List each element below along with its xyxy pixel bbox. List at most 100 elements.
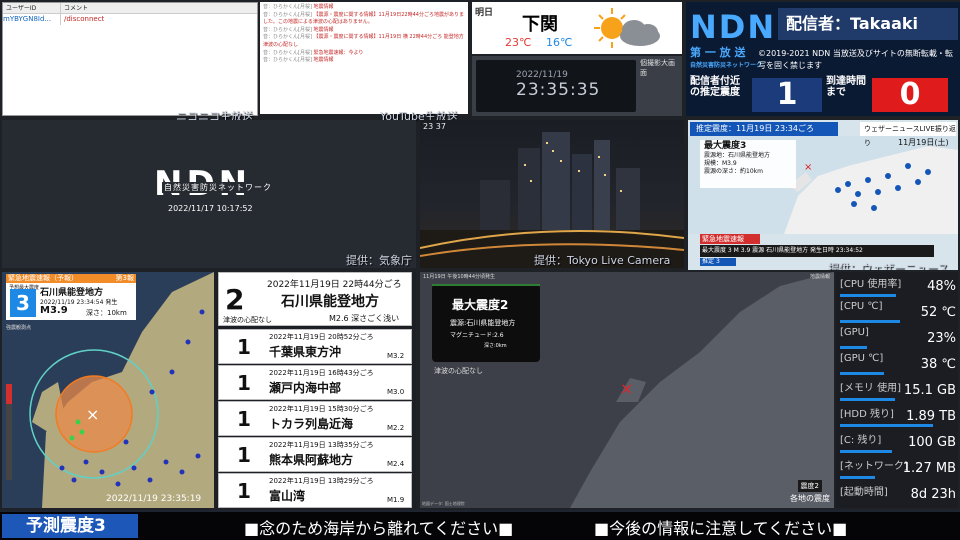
estimated-intensity-value: 1	[752, 78, 822, 112]
latest-magnitude: M2.6 深さごく浅い	[329, 314, 400, 323]
depth-line: 震源の深さ：約10km	[704, 168, 763, 175]
observation-label: 強震観測点	[6, 325, 32, 331]
channel-name: 第 一 放 送	[690, 46, 746, 59]
stat-label: [起動時間]	[840, 487, 888, 498]
weathernews-source-label: 提供：ウェザーニュース	[828, 262, 949, 270]
eew-title: 緊急地震速報（予報）	[8, 274, 78, 282]
comment-row[interactable]: mYBYGN8Id... /disconnect	[3, 14, 257, 25]
card-accent	[432, 284, 540, 286]
history-magnitude: M1.9	[387, 496, 405, 504]
quake-depth: 深さ:0km	[484, 343, 507, 349]
eew-strip-bar: 最大震度 3 M 3.9 震源 石川県能登地方 発生日時 23:34:52	[700, 245, 934, 257]
city-skyline-image	[420, 132, 684, 268]
history-magnitude: M2.4	[387, 460, 405, 468]
ticker-message-info: ■今後の情報に注意してください■	[594, 519, 848, 538]
camera-time: 23 37	[423, 122, 446, 131]
user-id-column-header: ユーザーID	[3, 3, 61, 13]
history-item[interactable]: 1 2022年11月19日 20時52分ごろ 千葉県東方沖 M3.2	[218, 329, 412, 364]
history-region: トカラ列島近海	[269, 417, 354, 431]
comment-header: ユーザーID コメント	[3, 3, 257, 14]
svg-text:×: ×	[804, 162, 812, 173]
camera-label: 個撮影大画面	[640, 59, 675, 77]
broadcaster-name: 配信者：Takaaki	[778, 8, 958, 40]
latest-tsunami: 津波の心配なし	[223, 316, 272, 324]
stat-value: 1.27 MB	[902, 461, 956, 476]
stat-label: [ネットワーク]	[840, 461, 908, 472]
seismic-map-header: 11月19日 午後10時44分頃発生	[423, 274, 496, 280]
history-intensity: 1	[237, 443, 251, 467]
comment-list: ユーザーID コメント mYBYGN8Id... /disconnect	[2, 2, 258, 116]
stat-value: 38 ℃	[920, 357, 956, 372]
seismic-map: × 11月19日 午後10時44分頃発生 地震情報 最大震度2 震源:石川県能登…	[420, 272, 834, 508]
estimated-intensity-banner: 推定震度：11月19日 23:34ごろ	[690, 122, 838, 136]
history-region: 千葉県東方沖	[269, 345, 342, 359]
stat-bar	[840, 476, 875, 479]
system-stats: [CPU 使用率] 48% [CPU ℃] 52 ℃ [GPU] 23% [GP…	[836, 272, 958, 508]
svg-text:×: ×	[620, 379, 633, 398]
stat-uptime: [起動時間] 8d 23h	[838, 482, 958, 506]
arrival-time-label: 到達時間まで	[826, 76, 866, 98]
stat-label: [GPU ℃]	[840, 353, 884, 364]
max-intensity-title: 最大震度3	[704, 141, 747, 151]
stat-cpu-temp: [CPU ℃] 52 ℃	[838, 300, 958, 324]
ndn-header: NDN 配信者：Takaaki 第 一 放 送 自然災害防災ネットワーク ©20…	[686, 2, 960, 116]
chat-message: 音：ひらかくん[月桜] 地震情報	[263, 4, 334, 10]
history-item[interactable]: 1 2022年11月19日 13時35分ごろ 熊本県阿蘇地方 M2.4	[218, 437, 412, 472]
stat-bar	[840, 294, 896, 297]
latest-earthquake[interactable]: 2 2022年11月19日 22時44分ごろ 石川県能登地方 津波の心配なし M…	[218, 272, 412, 326]
stat-memory: [メモリ 使用] 15.1 GB	[838, 378, 958, 402]
history-magnitude: M2.2	[387, 424, 405, 432]
ndn-logo: NDN	[690, 8, 777, 46]
stat-c-drive: [C: 残り] 100 GB	[838, 430, 958, 454]
history-time: 2022年11月19日 20時52分ごろ	[269, 333, 374, 341]
stat-value: 15.1 GB	[903, 383, 956, 398]
stat-label: [CPU 使用率]	[840, 279, 902, 290]
history-time: 2022年11月19日 13時29分ごろ	[269, 477, 374, 485]
estimated-intensity-label: 配信者付近の推定震度	[690, 76, 740, 98]
history-region: 瀬戸内海中部	[269, 381, 342, 395]
eew-strip-label: 緊急地震速報	[700, 234, 760, 244]
stat-bar	[840, 372, 885, 375]
stat-value: 52 ℃	[920, 305, 956, 320]
quake-info-card: 最大震度2 震源:石川県能登地方 マグニチュード:2.6 深さ:0km	[432, 284, 540, 362]
tokyo-live-camera-source: 提供：Tokyo Live Camera	[534, 254, 671, 267]
regional-intensity-label: 各地の震度	[790, 494, 830, 503]
ndn-video-timestamp: 2022/11/17 10:17:52	[168, 204, 253, 213]
stat-value: 8d 23h	[910, 487, 956, 502]
clock-time: 23:35:35	[516, 80, 601, 100]
history-item[interactable]: 1 2022年11月19日 16時43分ごろ 瀬戸内海中部 M3.0	[218, 365, 412, 400]
stat-gpu-usage: [GPU] 23%	[838, 326, 958, 350]
copyright-notice: ©2019-2021 NDN 当放送及びサイトの無断転載・転写を固く禁じます	[758, 49, 953, 70]
arrival-time-value: 0	[872, 78, 948, 112]
earthquake-history: 2 2022年11月19日 22時44分ごろ 石川県能登地方 津波の心配なし M…	[216, 272, 416, 508]
ndn-video-feed: NDN 自然災害防災ネットワーク 2022/11/17 10:17:52 提供：…	[2, 120, 416, 268]
eew-prediction: 推定 3	[700, 258, 736, 266]
history-time: 2022年11月19日 13時35分ごろ	[269, 441, 374, 449]
stat-value: 48%	[927, 279, 956, 294]
map-attribution: 地図データ: 国土地理院	[422, 501, 465, 506]
stat-bar	[840, 450, 893, 453]
history-item[interactable]: 1 2022年11月19日 15時30分ごろ トカラ列島近海 M2.2	[218, 401, 412, 436]
channel-label: 第 一 放 送 自然災害防災ネットワーク	[690, 44, 762, 69]
stat-label: [C: 残り]	[840, 435, 882, 446]
stat-label: [GPU]	[840, 327, 869, 338]
stat-label: [メモリ 使用]	[840, 383, 901, 394]
predicted-intensity-tag: 予測震度3	[2, 514, 138, 538]
history-intensity: 1	[237, 371, 251, 395]
history-magnitude: M3.2	[387, 352, 405, 360]
clock-panel: 2022/11/19 23:35:35 個撮影大画面	[472, 56, 682, 116]
history-intensity: 1	[237, 407, 251, 431]
sun-cloud-icon	[594, 8, 660, 48]
history-item[interactable]: 1 2022年11月19日 13時29分ごろ 富山湾 M1.9	[218, 473, 412, 508]
stat-value: 23%	[927, 331, 956, 346]
history-time: 2022年11月19日 15時30分ごろ	[269, 405, 374, 413]
comment-text: /disconnect	[64, 15, 105, 23]
weather-day-tag: 明日	[475, 8, 494, 18]
eew-depth: 深さ：10km	[86, 309, 127, 317]
stat-value: 1.89 TB	[906, 409, 956, 424]
history-region: 富山湾	[269, 489, 306, 503]
weathernews-panel: × 推定震度：11月19日 23:34ごろ ウェザーニュースLIVE振り返り 1…	[688, 120, 958, 270]
bottom-ticker: 予測震度3 ■念のため海岸から離れてください■ ■今後の情報に注意してください■	[0, 510, 960, 540]
clock-date: 2022/11/19	[516, 70, 568, 80]
history-time: 2022年11月19日 16時43分ごろ	[269, 369, 374, 377]
